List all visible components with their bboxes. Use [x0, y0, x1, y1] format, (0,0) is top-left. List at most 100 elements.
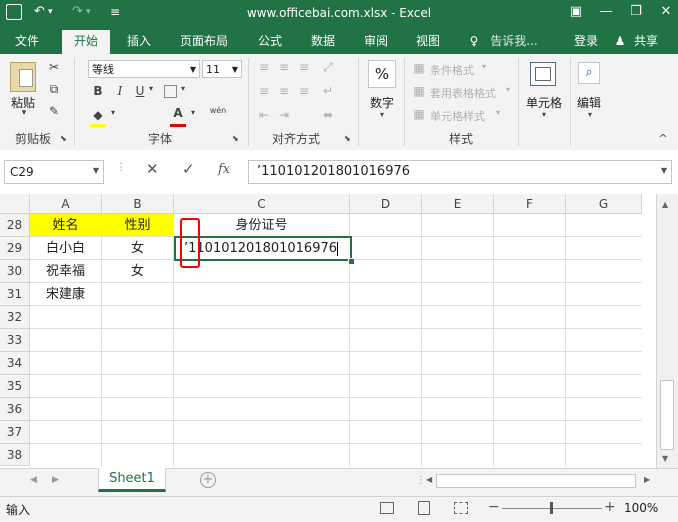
- next-sheet-icon[interactable]: ▶: [52, 475, 59, 485]
- fill-color-icon[interactable]: ◆: [90, 108, 106, 122]
- table-format-icon[interactable]: ▦: [412, 84, 426, 98]
- conditional-format-button[interactable]: 条件格式: [430, 62, 474, 78]
- drag-handle-icon[interactable]: ⋮: [116, 162, 126, 173]
- vertical-scrollbar[interactable]: ▲ ▼: [656, 194, 678, 468]
- bold-button[interactable]: B: [90, 84, 106, 98]
- share-button[interactable]: 共享: [628, 30, 664, 52]
- zoom-level[interactable]: 100%: [624, 501, 658, 515]
- tab-split-icon[interactable]: ⋮: [416, 475, 426, 486]
- column-header-b[interactable]: B: [102, 194, 174, 214]
- conditional-format-icon[interactable]: ▦: [412, 61, 426, 75]
- column-header-c[interactable]: C: [174, 194, 350, 214]
- fill-dropdown-icon[interactable]: ▾: [108, 108, 118, 117]
- row-header[interactable]: 36: [0, 398, 30, 421]
- number-dropdown-icon[interactable]: ▾: [376, 110, 388, 119]
- cell-a31[interactable]: 宋建康: [30, 283, 102, 306]
- minimize-button[interactable]: —: [591, 0, 621, 24]
- table-format-dropdown-icon[interactable]: ▾: [506, 85, 510, 94]
- scroll-left-icon[interactable]: ◀: [426, 475, 432, 484]
- percent-icon[interactable]: %: [368, 60, 396, 88]
- zoom-in-button[interactable]: +: [604, 499, 616, 515]
- cell-b30[interactable]: 女: [102, 260, 174, 283]
- number-format-button[interactable]: 数字: [364, 94, 400, 111]
- share-person-icon[interactable]: ♟: [612, 30, 628, 52]
- column-header-d[interactable]: D: [350, 194, 422, 214]
- tab-view[interactable]: 视图: [408, 30, 448, 52]
- column-header-e[interactable]: E: [422, 194, 494, 214]
- cancel-icon[interactable]: ✕: [146, 160, 159, 178]
- vertical-scroll-thumb[interactable]: [660, 380, 674, 450]
- chevron-down-icon[interactable]: ▼: [232, 61, 238, 79]
- expand-formula-icon[interactable]: ▼: [661, 166, 667, 175]
- increase-indent-icon[interactable]: ⇥: [276, 108, 292, 122]
- add-sheet-icon[interactable]: +: [200, 472, 216, 488]
- column-header-a[interactable]: A: [30, 194, 102, 214]
- align-bottom-icon[interactable]: ≡: [296, 60, 312, 74]
- font-size-combo[interactable]: 11 ▼: [202, 60, 242, 78]
- chevron-down-icon[interactable]: ▼: [93, 166, 99, 175]
- formula-input[interactable]: ’110101201801016976 ▼: [248, 160, 672, 184]
- zoom-out-button[interactable]: −: [488, 499, 500, 515]
- phonetic-guide-button[interactable]: wén: [208, 106, 228, 115]
- align-center-icon[interactable]: ≡: [276, 84, 292, 98]
- page-layout-view-icon[interactable]: [418, 501, 430, 515]
- tab-page-layout[interactable]: 页面布局: [174, 30, 234, 52]
- text-orientation-icon[interactable]: ⤢: [320, 60, 336, 75]
- row-header[interactable]: 33: [0, 329, 30, 352]
- cell-c28[interactable]: 身份证号: [174, 214, 350, 237]
- cell-style-icon[interactable]: ▦: [412, 107, 426, 121]
- italic-button[interactable]: I: [112, 84, 128, 98]
- scroll-down-icon[interactable]: ▼: [662, 454, 668, 463]
- restore-button[interactable]: ❐: [621, 0, 651, 24]
- cell-b29[interactable]: 女: [102, 237, 174, 260]
- align-middle-icon[interactable]: ≡: [276, 60, 292, 74]
- scroll-right-icon[interactable]: ▶: [644, 475, 650, 484]
- row-header[interactable]: 35: [0, 375, 30, 398]
- column-header-g[interactable]: G: [566, 194, 642, 214]
- editing-button[interactable]: 编辑: [574, 94, 604, 111]
- alignment-launcher-icon[interactable]: ⬊: [344, 134, 351, 143]
- enter-icon[interactable]: ✓: [182, 160, 195, 178]
- cell-b28[interactable]: 性别: [102, 214, 174, 237]
- merge-center-icon[interactable]: ⬌: [320, 108, 336, 122]
- font-color-dropdown-icon[interactable]: ▾: [188, 108, 198, 117]
- clipboard-launcher-icon[interactable]: ⬊: [60, 134, 67, 143]
- scroll-up-icon[interactable]: ▲: [662, 200, 668, 209]
- tab-home[interactable]: 开始: [62, 30, 110, 54]
- align-left-icon[interactable]: ≡: [256, 84, 272, 98]
- align-right-icon[interactable]: ≡: [296, 84, 312, 98]
- page-break-view-icon[interactable]: [454, 502, 468, 514]
- row-header[interactable]: 29: [0, 237, 30, 260]
- table-format-button[interactable]: 套用表格格式: [430, 85, 496, 101]
- tab-data[interactable]: 数据: [303, 30, 343, 52]
- tab-formulas[interactable]: 公式: [250, 30, 290, 52]
- align-top-icon[interactable]: ≡: [256, 60, 272, 74]
- underline-dropdown-icon[interactable]: ▾: [146, 84, 156, 93]
- column-header-f[interactable]: F: [494, 194, 566, 214]
- cell-style-dropdown-icon[interactable]: ▾: [496, 108, 500, 117]
- tab-review[interactable]: 审阅: [356, 30, 396, 52]
- row-header[interactable]: 34: [0, 352, 30, 375]
- cell-a29[interactable]: 白小白: [30, 237, 102, 260]
- select-all-corner[interactable]: [0, 194, 30, 214]
- cells-dropdown-icon[interactable]: ▾: [538, 110, 550, 119]
- search-icon[interactable]: ⌕: [578, 62, 600, 84]
- cells-grid-icon[interactable]: [530, 62, 556, 86]
- row-header[interactable]: 28: [0, 214, 30, 237]
- font-name-combo[interactable]: 等线 ▼: [88, 60, 200, 78]
- tell-me-box[interactable]: 告诉我...: [484, 30, 544, 52]
- paste-dropdown-icon[interactable]: ▾: [18, 108, 30, 118]
- tab-file[interactable]: 文件: [6, 30, 48, 52]
- row-header[interactable]: 32: [0, 306, 30, 329]
- close-button[interactable]: ✕: [651, 0, 678, 24]
- format-painter-icon[interactable]: ✎: [46, 104, 62, 118]
- insert-function-icon[interactable]: fx: [218, 162, 230, 177]
- login-link[interactable]: 登录: [568, 30, 604, 52]
- cut-icon[interactable]: ✂: [46, 60, 62, 74]
- tab-insert[interactable]: 插入: [118, 30, 160, 52]
- editing-dropdown-icon[interactable]: ▾: [584, 110, 596, 119]
- border-dropdown-icon[interactable]: ▾: [178, 84, 188, 93]
- horizontal-scroll-thumb[interactable]: [436, 474, 636, 488]
- cells-button[interactable]: 单元格: [522, 94, 566, 111]
- row-header[interactable]: 38: [0, 444, 30, 466]
